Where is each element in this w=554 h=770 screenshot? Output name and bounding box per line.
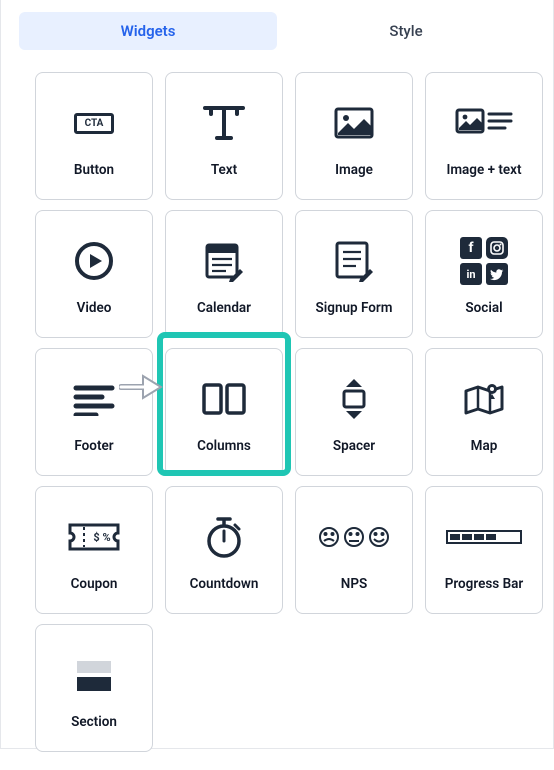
signup-form-icon <box>334 232 374 290</box>
widget-nps[interactable]: NPS <box>295 486 413 614</box>
widgets-grid: CTA Button Text Image Image + text <box>1 54 553 770</box>
widget-video[interactable]: Video <box>35 210 153 338</box>
widget-image-text[interactable]: Image + text <box>425 72 543 200</box>
columns-icon <box>201 370 247 428</box>
widget-label: Signup Form <box>316 300 393 316</box>
facebook-icon: f <box>460 237 482 259</box>
widget-image[interactable]: Image <box>295 72 413 200</box>
widget-label: NPS <box>341 576 367 592</box>
tab-widgets[interactable]: Widgets <box>19 12 277 50</box>
widget-label: Social <box>465 300 502 316</box>
spacer-icon <box>336 370 372 428</box>
widget-label: Coupon <box>71 576 118 592</box>
section-icon <box>73 646 115 704</box>
widget-map[interactable]: Map <box>425 348 543 476</box>
twitter-icon <box>486 263 508 285</box>
image-icon <box>334 94 374 152</box>
widget-columns[interactable]: Columns <box>165 348 283 476</box>
widget-label: Spacer <box>333 438 375 454</box>
widget-button[interactable]: CTA Button <box>35 72 153 200</box>
linkedin-icon: in <box>460 263 482 285</box>
countdown-icon <box>205 508 243 566</box>
widget-label: Calendar <box>197 300 251 316</box>
text-icon <box>201 94 247 152</box>
widget-label: Image + text <box>446 162 521 178</box>
widget-progress-bar[interactable]: Progress Bar <box>425 486 543 614</box>
tab-style[interactable]: Style <box>277 12 535 50</box>
widget-social[interactable]: f in Social <box>425 210 543 338</box>
button-icon: CTA <box>74 94 115 152</box>
widget-label: Text <box>211 162 237 178</box>
widget-label: Progress Bar <box>445 576 524 592</box>
widget-label: Image <box>335 162 373 178</box>
social-icon: f in <box>460 232 508 290</box>
nps-icon <box>318 508 390 566</box>
map-icon <box>462 370 506 428</box>
widget-label: Footer <box>74 438 113 454</box>
video-icon <box>73 232 115 290</box>
progress-bar-icon <box>445 508 523 566</box>
widget-label: Columns <box>197 438 251 454</box>
widget-spacer[interactable]: Spacer <box>295 348 413 476</box>
coupon-icon: $ % <box>67 508 121 566</box>
widget-label: Countdown <box>190 576 259 592</box>
instagram-icon <box>486 237 508 259</box>
footer-icon <box>73 370 115 428</box>
widget-label: Button <box>74 162 114 178</box>
image-text-icon <box>455 94 513 152</box>
widget-label: Video <box>77 300 112 316</box>
tab-bar: Widgets Style <box>1 0 553 54</box>
widget-label: Section <box>71 714 117 730</box>
calendar-icon <box>204 232 244 290</box>
widget-footer[interactable]: Footer <box>35 348 153 476</box>
widget-label: Map <box>471 438 498 454</box>
widget-countdown[interactable]: Countdown <box>165 486 283 614</box>
widget-coupon[interactable]: $ % Coupon <box>35 486 153 614</box>
widget-calendar[interactable]: Calendar <box>165 210 283 338</box>
widget-signup-form[interactable]: Signup Form <box>295 210 413 338</box>
widgets-panel: Widgets Style CTA Button Text Image <box>0 0 554 749</box>
widget-text[interactable]: Text <box>165 72 283 200</box>
widget-section[interactable]: Section <box>35 624 153 752</box>
